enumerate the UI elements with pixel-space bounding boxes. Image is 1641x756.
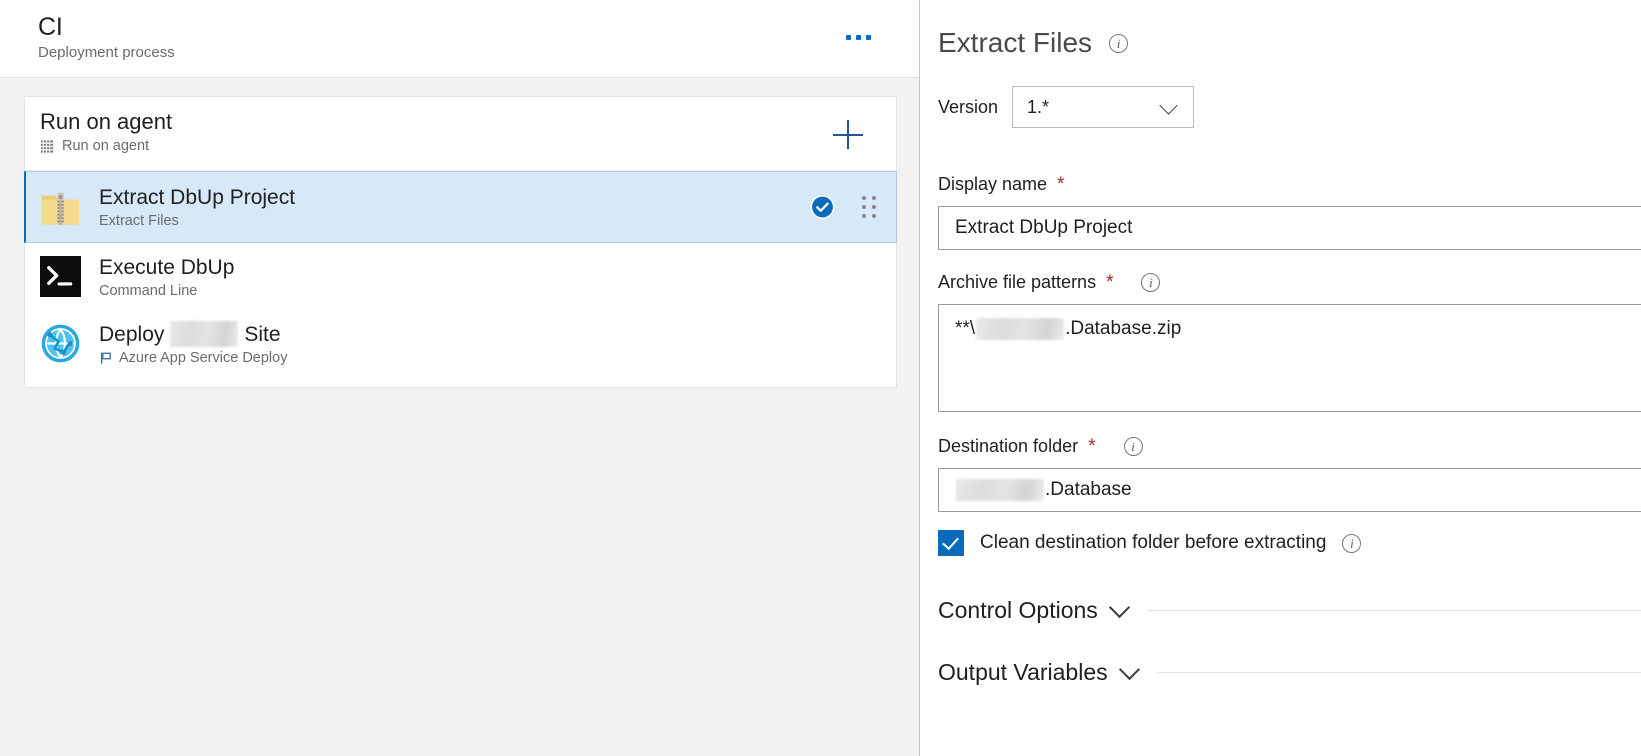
plus-icon[interactable] [832, 118, 864, 150]
task-row-extract-dbup-project[interactable]: Extract DbUp Project Extract Files [24, 171, 897, 243]
phase-subtitle-label: Run on agent [62, 138, 150, 154]
drag-dot [862, 196, 866, 200]
ellipsis-dot [855, 34, 861, 40]
task-row-deploy-site[interactable]: Deploy Site Azure App Service Deploy [25, 310, 896, 377]
ellipsis-horizontal-icon[interactable] [837, 24, 879, 50]
drag-dots-icon[interactable] [862, 196, 876, 218]
task-name: Extract DbUp Project [99, 186, 296, 209]
azure-globe-icon [40, 323, 81, 364]
panel-title: Extract Files [938, 27, 1093, 58]
version-row: Version 1.* [938, 86, 1641, 128]
phase-subtitle-row: Run on agent [40, 137, 896, 155]
task-details-pane: Extract Files i Version 1.* Display name… [920, 0, 1641, 756]
page-subtitle: Deployment process [38, 44, 175, 61]
drag-dot [862, 214, 866, 218]
phase-card: Run on agent Run on agent Extract DbUp P… [24, 96, 897, 388]
clean-destination-row: Clean destination folder before extracti… [938, 530, 1641, 556]
archive-patterns-label: Archive file patterns [938, 272, 1097, 292]
info-circle-icon[interactable]: i [1141, 273, 1161, 292]
version-label: Version [938, 96, 999, 117]
display-name-label: Display name [938, 174, 1048, 194]
task-text-block: Extract DbUp Project Extract Files [99, 184, 896, 230]
clean-destination-checkbox[interactable] [938, 530, 964, 556]
redacted-text-block [956, 479, 1044, 501]
agent-server-icon [40, 139, 54, 153]
chevron-down-icon [1108, 596, 1130, 618]
destination-folder-label-row: Destination folder * i [938, 436, 1641, 457]
display-name-value: Extract DbUp Project [955, 217, 1133, 238]
redacted-text-block [170, 321, 239, 347]
phase-header[interactable]: Run on agent Run on agent [25, 97, 896, 171]
info-circle-icon[interactable]: i [1123, 437, 1143, 456]
task-subtitle-row: Azure App Service Deploy [99, 349, 896, 367]
required-marker: * [1106, 272, 1114, 293]
redacted-text-block [976, 318, 1065, 340]
task-name-suffix: Site [244, 322, 281, 346]
task-name-prefix: Deploy [99, 322, 165, 346]
info-circle-icon[interactable]: i [1342, 533, 1362, 553]
command-prompt-icon [40, 256, 81, 297]
task-subtitle-label: Azure App Service Deploy [119, 349, 288, 366]
destination-folder-label: Destination folder [938, 436, 1079, 456]
task-subtitle-label: Extract Files [99, 213, 179, 229]
required-marker: * [1057, 174, 1065, 195]
flag-outline-icon [100, 352, 111, 364]
check-circle-filled-icon [810, 195, 835, 219]
archive-patterns-value-line: **\ .Database.zip [955, 318, 1641, 340]
task-text-block: Deploy Site Azure App Service Deploy [99, 321, 896, 367]
zip-folder-icon [40, 187, 81, 228]
page-title: CI [38, 13, 63, 41]
required-marker: * [1088, 436, 1096, 457]
section-title: Control Options [938, 597, 1098, 623]
destination-folder-input[interactable]: .Database [938, 468, 1641, 512]
ellipsis-dot [865, 34, 871, 40]
task-row-execute-dbup[interactable]: Execute DbUp Command Line [25, 243, 896, 310]
archive-patterns-label-row: Archive file patterns * i [938, 272, 1641, 293]
section-divider [1146, 609, 1641, 611]
azure-pipelines-task-editor: CI Deployment process Run on agent Run o… [0, 0, 1641, 756]
process-header: CI Deployment process [0, 0, 919, 78]
process-left-pane: CI Deployment process Run on agent Run o… [0, 0, 920, 756]
archive-patterns-value-prefix: **\ [955, 318, 976, 339]
task-text-block: Execute DbUp Command Line [99, 254, 896, 300]
task-subtitle-row: Command Line [99, 282, 896, 300]
drag-dot [862, 205, 866, 209]
section-divider [1156, 671, 1641, 673]
archive-patterns-textarea[interactable]: **\ .Database.zip [938, 304, 1641, 412]
task-name: Deploy Site [99, 321, 896, 348]
section-title: Output Variables [938, 659, 1108, 685]
clean-destination-label: Clean destination folder before extracti… [980, 532, 1327, 553]
drag-dot [872, 196, 876, 200]
drag-dot [872, 214, 876, 218]
version-select[interactable]: 1.* [1012, 86, 1195, 128]
panel-title-row: Extract Files i [938, 26, 1641, 60]
version-selected-value: 1.* [1027, 96, 1050, 117]
destination-folder-value-suffix: .Database [1045, 479, 1132, 500]
display-name-input[interactable]: Extract DbUp Project [938, 206, 1641, 250]
chevron-down-icon [1118, 658, 1140, 680]
archive-patterns-value-suffix: .Database.zip [1065, 318, 1182, 339]
display-name-label-row: Display name * [938, 174, 1641, 195]
ellipsis-dot [845, 34, 851, 40]
section-output-variables[interactable]: Output Variables [938, 658, 1641, 686]
section-control-options[interactable]: Control Options [938, 596, 1641, 624]
task-subtitle-label: Command Line [99, 282, 198, 299]
phase-name: Run on agent [40, 109, 173, 134]
task-subtitle-row: Extract Files [99, 212, 896, 230]
chevron-down-icon [1159, 96, 1178, 115]
task-name: Execute DbUp [99, 255, 235, 279]
info-circle-icon[interactable]: i [1109, 33, 1129, 53]
drag-dot [872, 205, 876, 209]
